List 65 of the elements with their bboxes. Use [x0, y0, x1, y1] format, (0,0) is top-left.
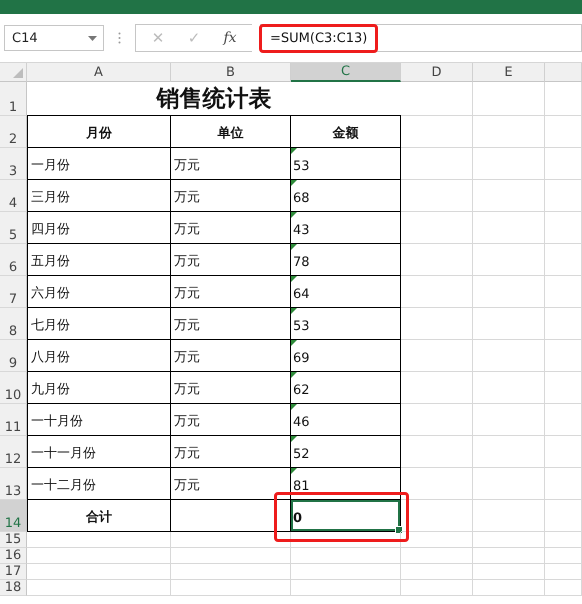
total-label: 合计: [27, 500, 171, 532]
table-cell: 万元: [171, 180, 291, 212]
table-cell: 一月份: [27, 148, 171, 180]
table-cell: 万元: [171, 148, 291, 180]
table-cell: 万元: [171, 436, 291, 468]
table-cell: 万元: [171, 468, 291, 500]
row-header[interactable]: 9: [0, 340, 27, 372]
total-cell[interactable]: 0: [291, 500, 401, 532]
table-cell: 四月份: [27, 212, 171, 244]
table-cell: 九月份: [27, 372, 171, 404]
cell-value: 43: [293, 223, 310, 238]
cell-value: 53: [293, 159, 310, 174]
row-header[interactable]: 4: [0, 180, 27, 212]
cell-value: 46: [293, 415, 310, 430]
row-header[interactable]: 13: [0, 468, 27, 500]
column-header[interactable]: A: [27, 63, 171, 82]
table-cell: 一十一月份: [27, 436, 171, 468]
table-cell: 七月份: [27, 308, 171, 340]
row-header[interactable]: 10: [0, 372, 27, 404]
column-header[interactable]: D: [401, 63, 473, 82]
table-cell: 万元: [171, 276, 291, 308]
table-cell: 万元: [171, 212, 291, 244]
cell-value: 53: [293, 319, 310, 334]
row-header[interactable]: 14: [0, 500, 27, 532]
row-header[interactable]: 12: [0, 436, 27, 468]
table-cell: 一十二月份: [27, 468, 171, 500]
cell-value: 68: [293, 191, 310, 206]
row-header[interactable]: 3: [0, 148, 27, 180]
cell-value: 81: [293, 479, 310, 494]
row-header[interactable]: 11: [0, 404, 27, 436]
column-heading: 单位: [171, 116, 291, 148]
cell-value: 62: [293, 383, 310, 398]
sheet-title: 销售统计表: [27, 82, 401, 116]
row-header[interactable]: 5: [0, 212, 27, 244]
table-cell: 万元: [171, 404, 291, 436]
row-header[interactable]: 7: [0, 276, 27, 308]
row-header[interactable]: 17: [0, 564, 27, 580]
column-heading: 月份: [27, 116, 171, 148]
table-cell: 万元: [171, 372, 291, 404]
row-header[interactable]: 1: [0, 82, 27, 116]
table-cell: 万元: [171, 340, 291, 372]
column-header[interactable]: E: [473, 63, 545, 82]
cell-value: 69: [293, 351, 310, 366]
cell-value: 64: [293, 287, 310, 302]
cell-value: 78: [293, 255, 310, 270]
row-header[interactable]: 18: [0, 580, 27, 596]
column-header[interactable]: B: [171, 63, 291, 82]
table-cell: 万元: [171, 308, 291, 340]
row-header[interactable]: 2: [0, 116, 27, 148]
table-cell: 三月份: [27, 180, 171, 212]
row-header[interactable]: 16: [0, 548, 27, 564]
table-cell: 五月份: [27, 244, 171, 276]
table-cell: 一十月份: [27, 404, 171, 436]
table-cell: 八月份: [27, 340, 171, 372]
row-header[interactable]: 15: [0, 532, 27, 548]
insert-function-button[interactable]: fx: [212, 26, 248, 50]
row-header[interactable]: 6: [0, 244, 27, 276]
column-heading: 金额: [291, 116, 401, 148]
table-cell: 万元: [171, 244, 291, 276]
formula-field[interactable]: =SUM(C3:C13): [259, 24, 378, 52]
column-header[interactable]: C: [291, 63, 401, 82]
table-cell: 六月份: [27, 276, 171, 308]
name-box[interactable]: C14: [4, 25, 104, 51]
row-header[interactable]: 8: [0, 308, 27, 340]
cell-value: 52: [293, 447, 310, 462]
